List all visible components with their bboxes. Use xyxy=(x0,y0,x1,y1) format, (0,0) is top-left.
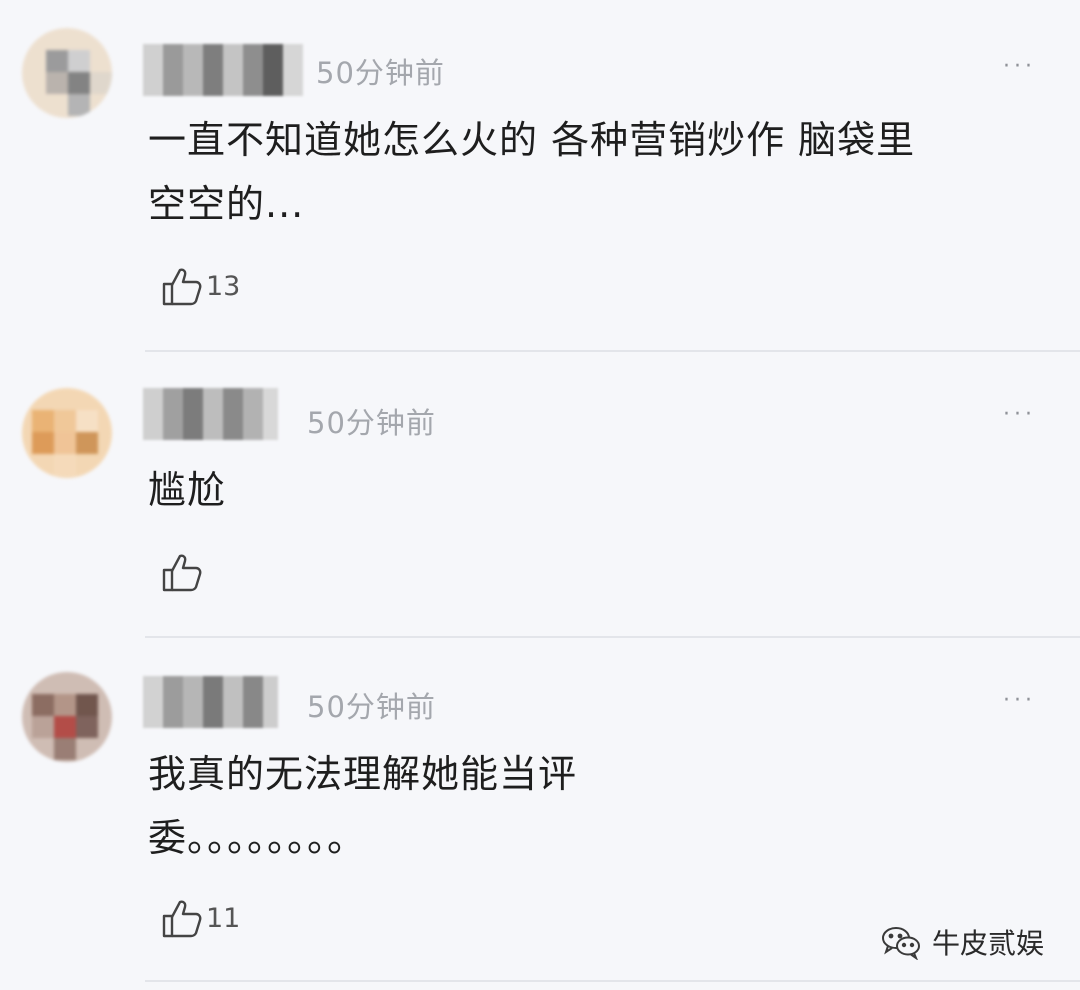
thumbs-up-icon xyxy=(162,554,202,592)
comment-text: 尴尬 xyxy=(148,468,227,512)
comment-time: 50分钟前 xyxy=(316,56,445,90)
comment-time: 50分钟前 xyxy=(307,406,436,440)
username-blurred[interactable] xyxy=(143,388,278,440)
comment-time: 50分钟前 xyxy=(307,690,436,724)
wechat-icon xyxy=(881,927,920,960)
avatar[interactable] xyxy=(22,672,112,762)
avatar[interactable] xyxy=(22,388,112,478)
avatar[interactable] xyxy=(22,28,112,118)
more-options-button[interactable]: ··· xyxy=(1003,54,1036,79)
more-options-button[interactable]: ··· xyxy=(1003,402,1036,427)
username-blurred[interactable] xyxy=(143,44,303,96)
like-button[interactable] xyxy=(160,550,206,594)
like-count: 13 xyxy=(206,270,241,302)
comment-item: 50分钟前 ··· 尴尬 xyxy=(0,352,1080,638)
more-options-button[interactable]: ··· xyxy=(1003,688,1036,713)
divider xyxy=(145,980,1080,982)
watermark-text: 牛皮贰娱 xyxy=(931,927,1044,960)
thumbs-up-icon xyxy=(162,268,202,306)
watermark: 牛皮贰娱 xyxy=(880,922,1044,962)
like-button[interactable]: 13 xyxy=(160,264,240,308)
comment-text: 我真的无法理解她能当评 委。。。。。。。。 xyxy=(148,752,578,860)
comment-item: 50分钟前 ··· 一直不知道她怎么火的 各种营销炒作 脑袋里 空空的... 1… xyxy=(0,0,1080,352)
thumbs-up-icon xyxy=(162,900,202,938)
comment-text: 一直不知道她怎么火的 各种营销炒作 脑袋里 空空的... xyxy=(148,118,916,226)
username-blurred[interactable] xyxy=(143,676,278,728)
like-count: 11 xyxy=(206,902,241,934)
like-button[interactable]: 11 xyxy=(160,896,240,940)
